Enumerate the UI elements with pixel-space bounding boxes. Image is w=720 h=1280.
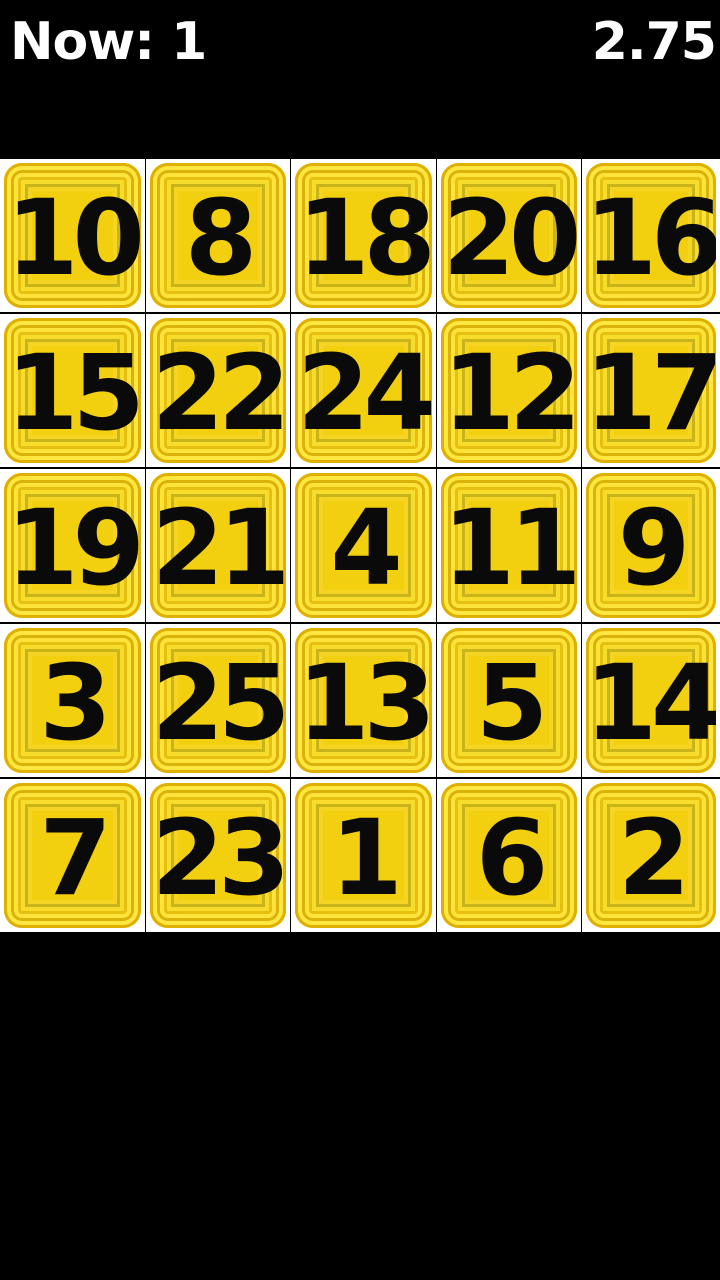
number-tile[interactable]: 20 xyxy=(441,163,577,308)
grid-cell[interactable]: 3 xyxy=(0,624,145,777)
grid-cell[interactable]: 5 xyxy=(437,624,581,777)
number-tile[interactable]: 4 xyxy=(295,473,432,618)
grid-cell[interactable]: 14 xyxy=(582,624,720,777)
grid-cell[interactable]: 1 xyxy=(291,779,436,932)
number-tile[interactable]: 14 xyxy=(586,628,716,773)
number-tile[interactable]: 7 xyxy=(4,783,141,928)
tile-number: 5 xyxy=(475,641,548,764)
grid-cell[interactable]: 23 xyxy=(146,779,290,932)
tile-number: 17 xyxy=(586,331,716,454)
tile-number: 20 xyxy=(442,176,577,299)
tile-number: 8 xyxy=(184,176,257,299)
number-tile[interactable]: 17 xyxy=(586,318,716,463)
tile-number: 18 xyxy=(297,176,432,299)
tile-number: 19 xyxy=(6,486,141,609)
number-tile[interactable]: 12 xyxy=(441,318,577,463)
number-tile[interactable]: 21 xyxy=(150,473,286,618)
grid-cell[interactable]: 8 xyxy=(146,159,290,312)
number-tile[interactable]: 10 xyxy=(4,163,141,308)
number-grid: 10 8 18 20 16 15 22 24 12 17 19 21 4 11 9 3 25 13 5 14 7 23 1 6… xyxy=(0,159,720,932)
number-tile[interactable]: 15 xyxy=(4,318,141,463)
number-tile[interactable]: 25 xyxy=(150,628,286,773)
grid-cell[interactable]: 16 xyxy=(582,159,720,312)
grid-cell[interactable]: 9 xyxy=(582,469,720,622)
grid-cell[interactable]: 20 xyxy=(437,159,581,312)
number-tile[interactable]: 19 xyxy=(4,473,141,618)
tile-number: 25 xyxy=(151,641,286,764)
grid-cell[interactable]: 21 xyxy=(146,469,290,622)
grid-cell[interactable]: 12 xyxy=(437,314,581,467)
tile-number: 16 xyxy=(586,176,716,299)
grid-cell[interactable]: 24 xyxy=(291,314,436,467)
number-tile[interactable]: 23 xyxy=(150,783,286,928)
grid-cell[interactable]: 10 xyxy=(0,159,145,312)
tile-number: 9 xyxy=(617,486,690,609)
grid-cell[interactable]: 19 xyxy=(0,469,145,622)
tile-number: 7 xyxy=(39,796,111,919)
grid-cell[interactable]: 6 xyxy=(437,779,581,932)
number-tile[interactable]: 9 xyxy=(586,473,716,618)
grid-cell[interactable]: 2 xyxy=(582,779,720,932)
tile-number: 11 xyxy=(442,486,577,609)
current-target-label: Now: 1 xyxy=(10,12,207,72)
grid-cell[interactable]: 4 xyxy=(291,469,436,622)
tile-number: 12 xyxy=(442,331,577,454)
number-tile[interactable]: 5 xyxy=(441,628,577,773)
hud-bar: Now: 1 2.75 xyxy=(0,0,720,90)
number-tile[interactable]: 2 xyxy=(586,783,716,928)
tile-number: 4 xyxy=(330,486,402,609)
timer-display: 2.75 xyxy=(591,12,717,72)
grid-cell[interactable]: 7 xyxy=(0,779,145,932)
number-tile[interactable]: 13 xyxy=(295,628,432,773)
tile-number: 22 xyxy=(151,331,286,454)
grid-cell[interactable]: 25 xyxy=(146,624,290,777)
number-tile[interactable]: 1 xyxy=(295,783,432,928)
number-tile[interactable]: 3 xyxy=(4,628,141,773)
number-tile[interactable]: 22 xyxy=(150,318,286,463)
tile-number: 21 xyxy=(151,486,286,609)
tile-number: 15 xyxy=(6,331,141,454)
tile-number: 6 xyxy=(475,796,548,919)
number-tile[interactable]: 24 xyxy=(295,318,432,463)
number-tile[interactable]: 11 xyxy=(441,473,577,618)
tile-number: 24 xyxy=(297,331,432,454)
tile-number: 10 xyxy=(6,176,141,299)
grid-cell[interactable]: 15 xyxy=(0,314,145,467)
number-tile[interactable]: 6 xyxy=(441,783,577,928)
grid-cell[interactable]: 17 xyxy=(582,314,720,467)
number-tile[interactable]: 18 xyxy=(295,163,432,308)
tile-number: 13 xyxy=(297,641,432,764)
tile-number: 1 xyxy=(330,796,402,919)
grid-cell[interactable]: 13 xyxy=(291,624,436,777)
number-tile[interactable]: 8 xyxy=(150,163,286,308)
grid-cell[interactable]: 11 xyxy=(437,469,581,622)
tile-number: 3 xyxy=(39,641,111,764)
tile-number: 2 xyxy=(617,796,690,919)
tile-number: 23 xyxy=(151,796,286,919)
tile-number: 14 xyxy=(586,641,716,764)
grid-cell[interactable]: 22 xyxy=(146,314,290,467)
grid-cell[interactable]: 18 xyxy=(291,159,436,312)
number-tile[interactable]: 16 xyxy=(586,163,716,308)
